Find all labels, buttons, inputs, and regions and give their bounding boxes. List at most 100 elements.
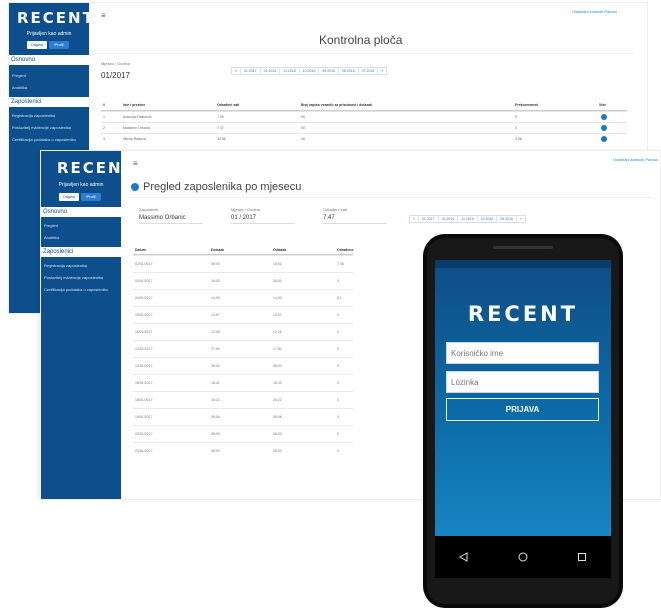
pager-item[interactable]: 02.2016 xyxy=(439,216,459,222)
sidebar-item-overview[interactable]: Pregled xyxy=(12,73,26,78)
table-cell: 0.1 xyxy=(337,296,342,300)
table-cell: 08:00 xyxy=(211,449,220,453)
attendance-table: Datum Dolazak Odlazak Odrađeno 02/01/201… xyxy=(133,245,354,455)
sidebar-item-attendance[interactable]: Posluzitelj evidencije zaposlenika xyxy=(12,125,71,130)
table-header-row: Datum Dolazak Odlazak Odrađeno xyxy=(133,245,354,255)
app-logo: RECENT xyxy=(17,9,95,27)
table-cell: 20/01/2017 xyxy=(135,432,153,436)
table-cell: 0 xyxy=(515,115,517,119)
sidebar: RECENT Prijavljen kao admin Odjava Profi… xyxy=(41,151,133,499)
table-row: 12/01/2017 17:54 17:54 0 xyxy=(133,340,353,357)
pager-item[interactable]: 11.2016 xyxy=(280,68,300,74)
table-cell: 16:01 xyxy=(273,262,282,266)
pager-next[interactable]: » xyxy=(517,216,525,222)
app-logo: RECENT xyxy=(57,159,135,177)
recent-apps-icon[interactable] xyxy=(575,550,589,564)
pager-item[interactable]: 07.2016 xyxy=(359,68,379,74)
employee-field: Zaposlenik Massimo Orbanic xyxy=(139,207,203,224)
table-cell: 08:06 xyxy=(273,415,282,419)
profile-button[interactable]: Profil xyxy=(49,41,69,49)
menu-toggle-icon[interactable]: ≡ xyxy=(101,11,106,20)
table-cell: 18:42 xyxy=(273,381,282,385)
column-header: Odlazak xyxy=(273,248,287,252)
profile-button[interactable]: Profil xyxy=(81,193,101,201)
field-value: 7.47 xyxy=(323,215,335,221)
user-link[interactable]: Odabrani korisnik Pardus xyxy=(613,157,658,162)
password-input[interactable] xyxy=(446,371,599,393)
sidebar-item-overview[interactable]: Pregled xyxy=(44,223,58,228)
table-cell: 08:06 xyxy=(211,415,220,419)
pager-prev[interactable]: « xyxy=(232,68,241,74)
sidebar-item-registration[interactable]: Registracija zaposlenika xyxy=(44,263,87,268)
field-underline xyxy=(139,223,203,224)
pager-item[interactable]: 09.2016 xyxy=(497,216,517,222)
table-row[interactable]: 1 Antonija Klasnović 7.50 50 0 xyxy=(101,111,627,122)
home-nav-icon[interactable] xyxy=(516,550,530,564)
table-cell: 14:00 xyxy=(211,296,220,300)
username-input[interactable] xyxy=(446,342,599,364)
table-cell: 0 xyxy=(337,279,339,283)
table-cell: 50 xyxy=(301,115,305,119)
table-cell: 1 xyxy=(103,115,105,119)
table-cell: 08:00 xyxy=(273,432,282,436)
pager-item[interactable]: 01.2017 xyxy=(241,68,261,74)
table-cell: Massimo Orbanic xyxy=(123,126,151,130)
divider xyxy=(95,53,633,54)
phone-speaker xyxy=(493,246,553,249)
pager-item[interactable]: 02.2016 xyxy=(261,68,281,74)
table-cell: 0 xyxy=(337,398,339,402)
sidebar-item-registration[interactable]: Registracija zaposlenika xyxy=(12,113,55,118)
table-cell: 16:00 xyxy=(273,279,282,283)
table-cell: 7.98 xyxy=(337,262,344,266)
month-pager: « 01.2017 02.2016 11.2016 10.2016 09.201… xyxy=(409,215,526,223)
table-cell: 7.50 xyxy=(217,115,224,119)
table-cell: 14:00 xyxy=(273,296,282,300)
sidebar-item-certification[interactable]: Certifikacija podataka o zaposleniku xyxy=(44,287,108,292)
table-cell: 17:54 xyxy=(211,347,220,351)
logout-button[interactable]: Odjava xyxy=(27,41,47,49)
details-icon[interactable] xyxy=(601,114,607,120)
pager-item[interactable]: 01.2017 xyxy=(419,216,439,222)
logout-button[interactable]: Odjava xyxy=(59,193,79,201)
login-button[interactable]: PRIJAVA xyxy=(446,398,599,421)
back-circle-icon[interactable] xyxy=(131,183,139,191)
period-value: 01/2017 xyxy=(101,71,130,80)
pager-next[interactable]: » xyxy=(378,68,386,74)
table-cell: 16:22 xyxy=(273,398,282,402)
table-cell: 0 xyxy=(337,313,339,317)
pager-item[interactable]: 09.2016 xyxy=(319,68,339,74)
details-icon[interactable] xyxy=(601,125,607,131)
table-cell: 50 xyxy=(301,126,305,130)
column-header: Broj zapisa vezanih za prisutnost i dola… xyxy=(301,103,372,107)
pager-prev[interactable]: « xyxy=(410,216,419,222)
table-cell: 02/01/2017 xyxy=(135,262,153,266)
sidebar-item-analytics[interactable]: Analitika xyxy=(44,235,59,240)
composite-screenshot: RECENT Prijavljen kao admin Odjava Profi… xyxy=(0,0,661,610)
menu-toggle-icon[interactable]: ≡ xyxy=(133,159,138,168)
sidebar-item-certification[interactable]: Certifikacija podataka o zaposleniku xyxy=(12,137,76,142)
sidebar-item-attendance[interactable]: Posluzitelj evidencije zaposlenika xyxy=(44,275,103,280)
table-row: 04/01/2017 14:00 14:00 0.1 xyxy=(133,289,353,306)
pager-item[interactable]: 10.2016 xyxy=(478,216,498,222)
table-cell: Nikola Radović xyxy=(123,137,147,141)
sidebar-section-employees: Zaposlenici xyxy=(41,247,121,257)
sidebar-item-analytics[interactable]: Analitika xyxy=(12,85,27,90)
pager-item[interactable]: 10.2016 xyxy=(300,68,320,74)
back-nav-icon[interactable] xyxy=(457,550,471,564)
table-cell: 19/01/2017 xyxy=(135,415,153,419)
pager-item[interactable]: 08.2016 xyxy=(339,68,359,74)
table-cell: Antonija Klasnović xyxy=(123,115,152,119)
field-value: Massimo Orbanic xyxy=(139,215,186,221)
pager-item[interactable]: 11.2016 xyxy=(458,216,478,222)
table-row[interactable]: 3 Nikola Radović 32.56 16 3.06 xyxy=(101,133,627,144)
sidebar-section-basic: Osnovno xyxy=(41,207,121,217)
table-cell: 08:30 xyxy=(273,364,282,368)
table-cell: 04/01/2017 xyxy=(135,296,153,300)
user-link[interactable]: Odabrani korisnik Pardus xyxy=(572,9,617,14)
table-row[interactable]: 2 Massimo Orbanic 7.47 50 0 xyxy=(101,122,627,133)
table-cell: 17:54 xyxy=(273,347,282,351)
table-cell: 12/01/2017 xyxy=(135,347,153,351)
status-bar xyxy=(435,260,611,268)
details-icon[interactable] xyxy=(601,136,607,142)
table-row: 03/01/2017 16:00 16:00 0 xyxy=(133,272,353,289)
